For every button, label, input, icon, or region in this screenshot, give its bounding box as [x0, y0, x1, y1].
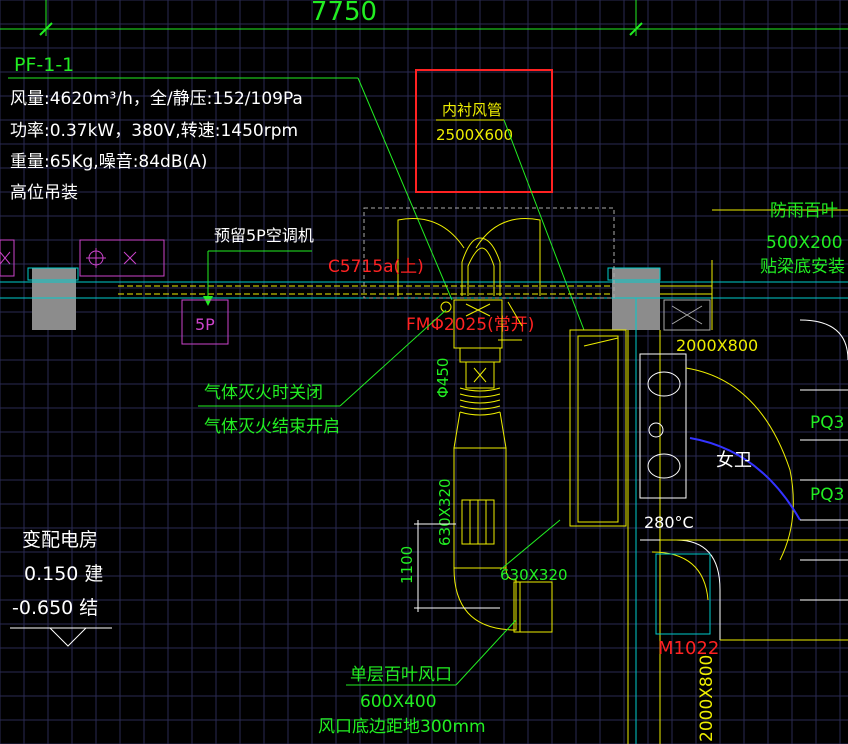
reserved-ac-label: 预留5P空调机: [214, 226, 314, 245]
background: [0, 0, 848, 744]
fire-damper-temp: 280°C: [644, 513, 694, 532]
louver-size: 500X200: [766, 233, 843, 253]
height-dim-text: 1100: [398, 546, 416, 584]
fan-power: 功率:0.37kW，380V,转速:1450rpm: [10, 121, 298, 141]
louver-title: 防雨百叶: [770, 201, 838, 221]
duct-vertical-size: 630X320: [436, 478, 454, 546]
cad-drawing-canvas: 7750 PF-1-1 风量:4620m³/h，全/静压:152/109Pa 功…: [0, 0, 848, 744]
fan-id: PF-1-1: [14, 54, 74, 76]
louver-mount: 贴梁底安装: [760, 257, 845, 277]
single-louver-size: 600X400: [360, 692, 437, 712]
toilet-label: 女卫: [716, 450, 752, 471]
duct-outlet-size: 630X320: [500, 566, 568, 584]
single-louver-height: 风口底边距地300mm: [318, 717, 486, 737]
elev-struct: -0.650 结: [12, 597, 98, 619]
elev-arch: 0.150 建: [24, 563, 103, 585]
window-code: C5715a(上): [328, 257, 424, 277]
lined-duct-title: 内衬风管: [442, 101, 502, 119]
fan-weight: 重量:65Kg,噪音:84dB(A): [10, 152, 207, 172]
gas-open-text: 气体灭火结束开启: [204, 417, 340, 437]
duct-diameter: Φ450: [434, 358, 452, 398]
ac-unit-label: 5P: [195, 315, 215, 334]
door-size: 2000X800: [697, 655, 717, 742]
gas-close-text: 气体灭火时关闭: [204, 383, 323, 403]
lined-duct-size: 2500X600: [436, 126, 513, 144]
room-name: 变配电房: [22, 529, 98, 551]
pq-label-2: PQ3: [810, 485, 844, 505]
damper-code: FMΦ2025(常开): [406, 315, 534, 335]
left-column: [32, 268, 76, 330]
pq-label-1: PQ3: [810, 413, 844, 433]
fan-mount: 高位吊装: [10, 183, 78, 203]
fan-airflow: 风量:4620m³/h，全/静压:152/109Pa: [10, 89, 303, 109]
top-dimension-text: 7750: [311, 0, 377, 27]
opening-size: 2000X800: [676, 336, 758, 355]
single-louver-title: 单层百叶风口: [350, 665, 452, 685]
